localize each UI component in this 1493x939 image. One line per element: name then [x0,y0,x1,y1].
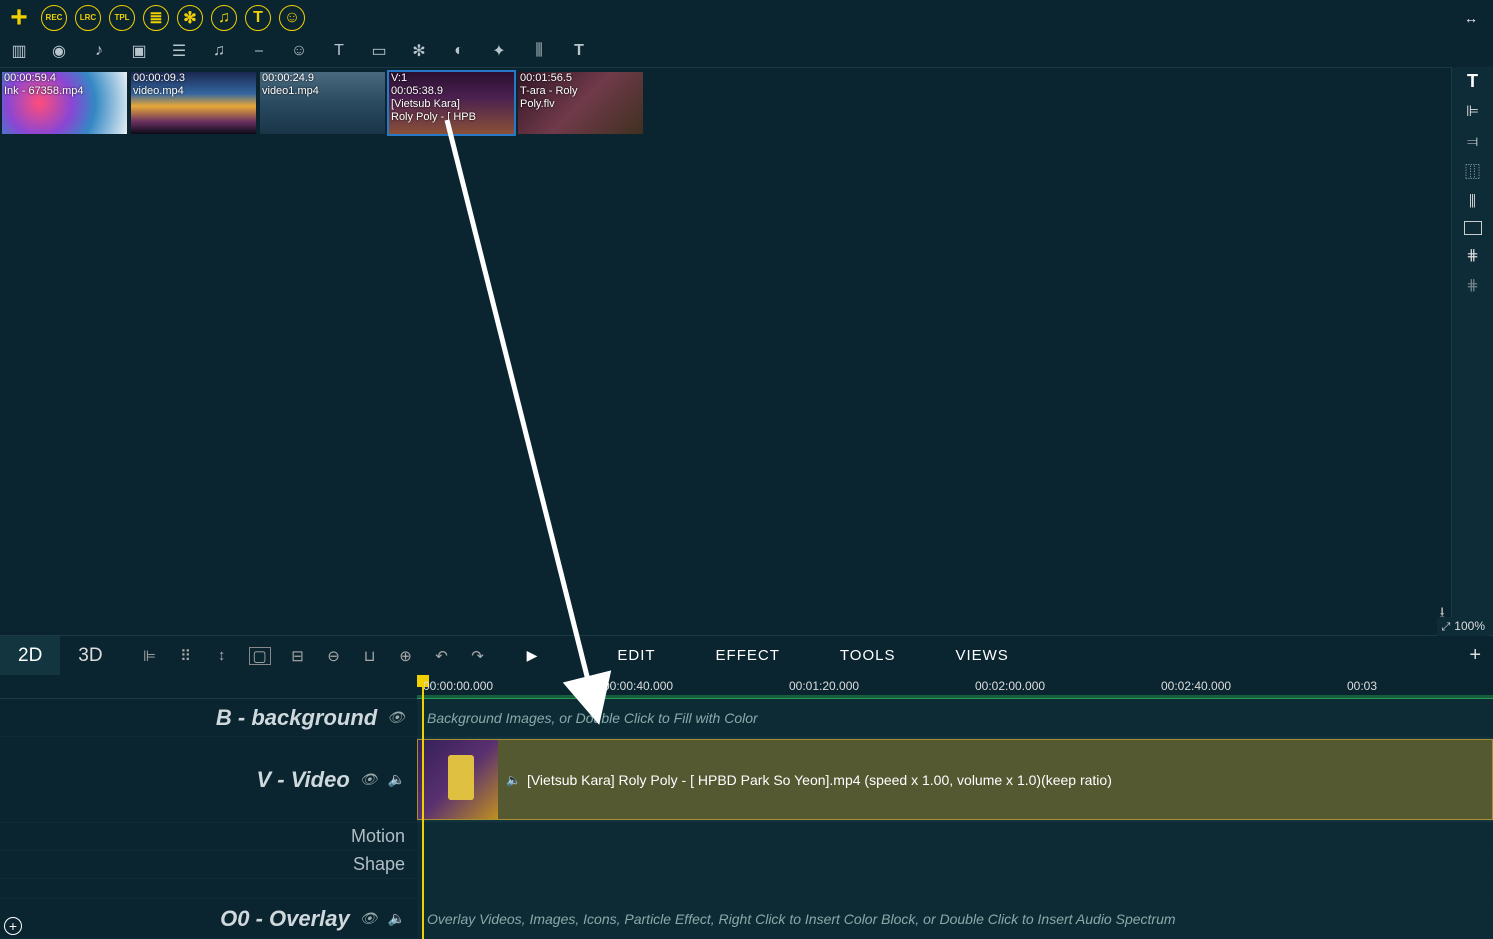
tl-redo-icon[interactable]: ↷ [469,647,487,665]
tl-ruler-icon[interactable]: ⊔ [361,647,379,665]
rp-columns-icon[interactable]: ⿲ [1460,161,1486,181]
ruler-tick: 00:02:40.000 [1161,679,1231,693]
list2-icon[interactable]: ☰ [170,42,188,60]
rp-text-icon[interactable]: T [1460,71,1486,91]
lrc-button[interactable]: LRC [75,5,101,31]
zoom-label[interactable]: ⤢100% [1437,617,1489,636]
timeline-clip[interactable]: 🔈 [Vietsub Kara] Roly Poly - [ HPBD Park… [417,739,1493,820]
track-label: Shape [353,854,405,875]
piano-icon[interactable]: ♫ [211,5,237,31]
ruler-tick: 00:03 [1347,679,1377,693]
speaker-icon[interactable]: 🔈 [388,771,405,788]
tl-grid-icon[interactable]: ⠿ [177,647,195,665]
track-label: O0 - Overlay [220,906,350,932]
asterisk-icon[interactable]: ✻ [410,42,428,60]
add-track-button[interactable]: + [4,917,22,935]
clip-speaker-icon[interactable]: 🔈 [506,773,521,787]
panel-icon[interactable]: ▥ [10,42,28,60]
track-hint: Background Images, or Double Click to Fi… [427,710,758,726]
timeline-ruler[interactable]: 00:00:00.000 00:00:40.000 00:01:20.000 0… [417,675,1493,698]
track-video[interactable]: V - Video 👁 🔈 🔈 [Vietsub Kara] Roly Poly… [0,737,1493,823]
text-icon[interactable]: T [330,42,348,60]
ruler-tick: 00:02:00.000 [975,679,1045,693]
track-motion[interactable]: Motion [0,823,1493,851]
puzzle-icon[interactable]: ✦ [490,42,508,60]
ruler-tick: 00:00:00.000 [423,679,493,693]
view-3d-button[interactable]: 3D [60,636,120,675]
equalizer-icon[interactable]: ⫼ [530,42,548,60]
face-icon[interactable]: ☺ [290,42,308,60]
rec-button[interactable]: REC [41,5,67,31]
visibility-icon[interactable]: 👁 [360,910,378,927]
menu-views[interactable]: VIEWS [955,647,1008,664]
media-bin[interactable]: 00:00:59.4Ink - 67358.mp4 00:00:09.3vide… [0,67,1451,635]
play-button[interactable]: ▶ [527,647,538,664]
track-shape[interactable]: Shape [0,851,1493,879]
tl-zoomin-icon[interactable]: ⊕ [397,647,415,665]
media-clip[interactable]: 00:01:56.5T-ara - RolyPoly.flv [518,72,643,134]
media-clip[interactable]: 00:00:24.9video1.mp4 [260,72,385,134]
right-panel: T ⊫ ⫤ ⿲ ⫼ ⋕ ⋕ [1451,67,1493,635]
bigtext-icon[interactable]: T [570,42,588,60]
visibility-icon[interactable]: 👁 [387,709,405,726]
ruler-tick: 00:00:40.000 [603,679,673,693]
tl-frame-icon[interactable]: ▢ [249,647,271,665]
clip-label: V:100:05:38.9[Vietsub Kara]Roly Poly - [… [391,72,512,124]
rp-align-left-icon[interactable]: ⊫ [1460,101,1486,121]
camera-icon[interactable]: ◉ [50,42,68,60]
clip-label: 00:00:09.3video.mp4 [133,72,254,98]
track-label: B - background [216,705,377,731]
list-icon[interactable]: ≣ [143,5,169,31]
speaker-icon[interactable]: 🔈 [388,910,405,927]
timeline-clip-label: [Vietsub Kara] Roly Poly - [ HPBD Park S… [527,772,1112,788]
track-overlay[interactable]: O0 - Overlay 👁 🔈 Overlay Videos, Images,… [0,899,1493,939]
text-circle-icon[interactable]: T [245,5,271,31]
track-spacer [0,879,1493,899]
add-button[interactable]: + [5,4,33,32]
rp-bars-icon[interactable]: ⫼ [1460,191,1486,211]
media-clip-selected[interactable]: V:100:05:38.9[Vietsub Kara]Roly Poly - [… [389,72,514,134]
piano2-icon[interactable]: ♫ [210,42,228,60]
contrast-icon[interactable]: ◐ [450,42,468,60]
tl-updown-icon[interactable]: ↕ [213,647,231,665]
ruler-tick: 00:01:20.000 [789,679,859,693]
tl-zoomout-icon[interactable]: ⊖ [325,647,343,665]
track-background[interactable]: B - background 👁 Background Images, or D… [0,699,1493,737]
tpl-button[interactable]: TPL [109,5,135,31]
track-hint: Overlay Videos, Images, Icons, Particle … [427,911,1176,927]
media-clip[interactable]: 00:00:09.3video.mp4 [131,72,256,134]
tl-undo-icon[interactable]: ↶ [433,647,451,665]
clip-label: 00:00:59.4Ink - 67358.mp4 [4,72,125,98]
track-label: Motion [351,826,405,847]
tl-align-icon[interactable]: ⊫ [141,647,159,665]
rp-grid-fine-icon[interactable]: ⋕ [1460,275,1486,295]
rp-grid-icon[interactable]: ⋕ [1460,245,1486,265]
clip-label: 00:01:56.5T-ara - RolyPoly.flv [520,72,641,111]
battery-icon[interactable]: ▭ [370,42,388,60]
view-2d-button[interactable]: 2D [0,636,60,675]
media-clip[interactable]: 00:00:59.4Ink - 67358.mp4 [2,72,127,134]
music-icon[interactable]: ♪ [90,42,108,60]
menu-edit[interactable]: EDIT [617,647,655,664]
track-label: V - Video [256,767,349,793]
scissors-icon[interactable]: ⎯ [250,42,268,60]
menu-tools[interactable]: TOOLS [840,647,896,664]
clip-label: 00:00:24.9video1.mp4 [262,72,383,98]
rp-frame-icon[interactable] [1464,221,1482,235]
visibility-icon[interactable]: 👁 [360,771,378,788]
tl-split-icon[interactable]: ⊟ [289,647,307,665]
user-icon[interactable]: ☺ [279,5,305,31]
timeline-add-button[interactable]: + [1469,644,1481,667]
resize-horizontal-icon[interactable]: ↔ [1464,10,1478,26]
snapshot-icon[interactable]: ▣ [130,42,148,60]
flower-icon[interactable]: ✻ [177,5,203,31]
menu-effect[interactable]: EFFECT [716,647,780,664]
rp-align-right-icon[interactable]: ⫤ [1460,131,1486,151]
timeline-clip-thumb [418,740,498,819]
playhead-line[interactable] [422,675,424,939]
